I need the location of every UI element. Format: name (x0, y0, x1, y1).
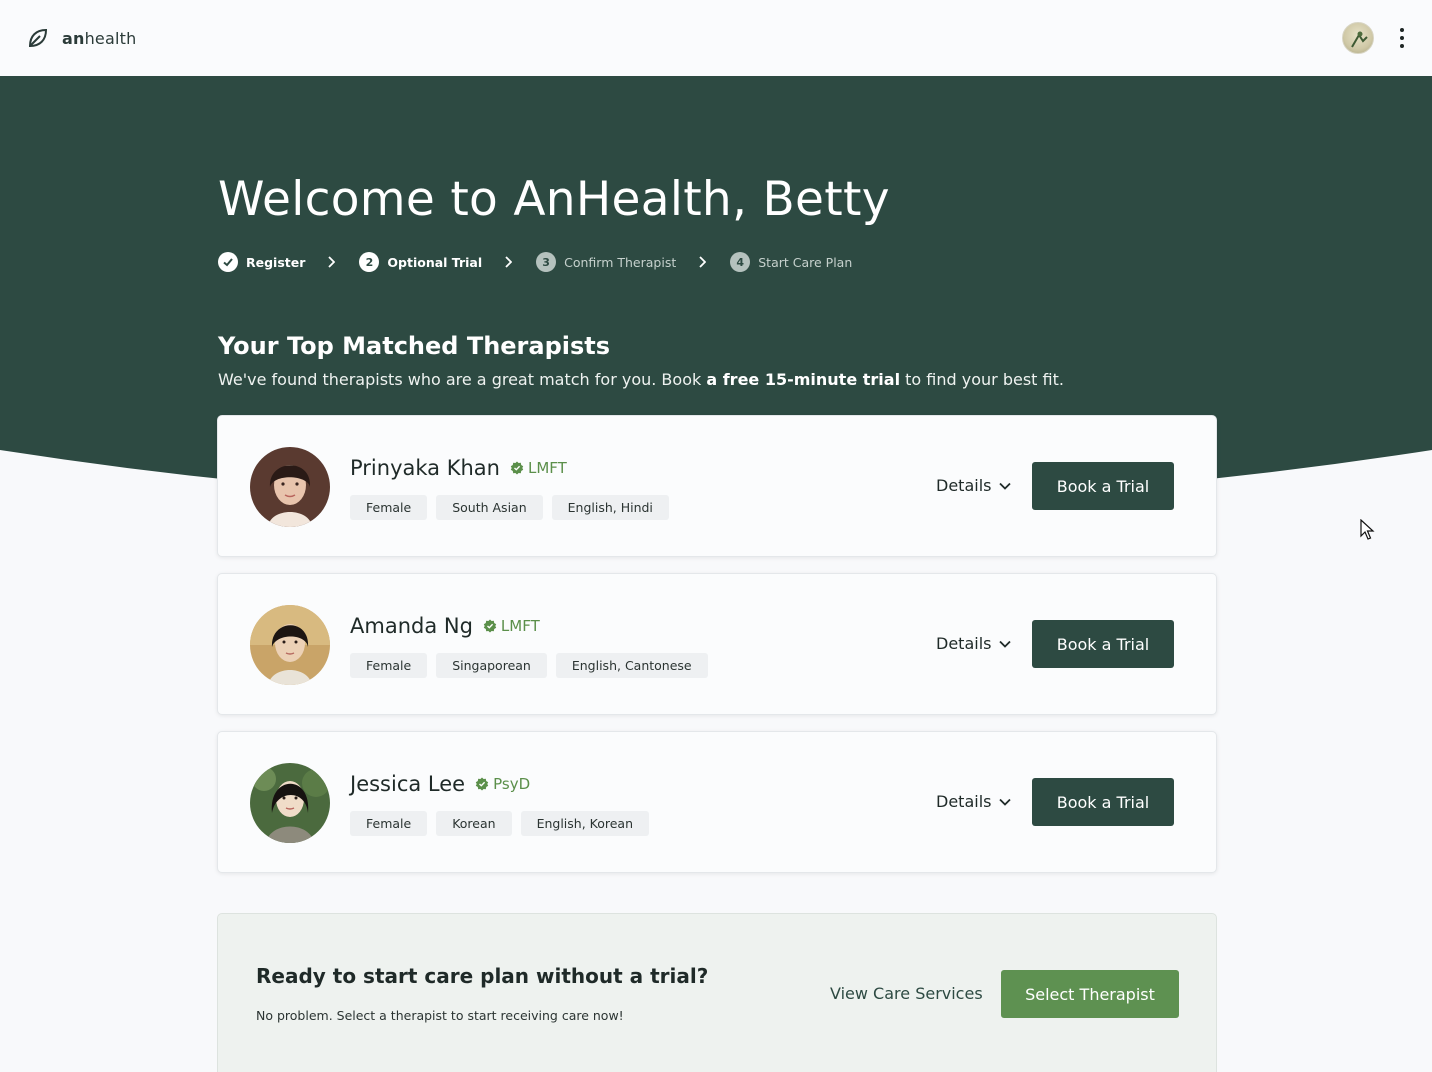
details-label: Details (936, 634, 992, 653)
credential-badge: LMFT (510, 459, 567, 477)
therapist-card: Prinyaka Khan LMFT Female South Asian En… (217, 415, 1217, 557)
credential-badge: PsyD (475, 775, 530, 793)
leaf-logo-icon (26, 26, 50, 50)
therapist-tags: Female Singaporean English, Cantonese (350, 653, 708, 678)
step-label: Start Care Plan (758, 254, 853, 270)
brand-name: anhealth (62, 28, 137, 48)
tag-gender: Female (350, 811, 428, 836)
therapist-photo (250, 763, 330, 843)
step-label: Confirm Therapist (564, 254, 677, 270)
details-label: Details (936, 476, 992, 495)
step-number: 2 (359, 252, 380, 272)
cta-subtitle: No problem. Select a therapist to start … (256, 1008, 624, 1023)
check-icon (218, 252, 238, 272)
therapist-card: Amanda Ng LMFT Female Singaporean Englis… (217, 573, 1217, 715)
top-bar: anhealth (0, 0, 1432, 76)
credential-label: LMFT (527, 459, 567, 477)
book-trial-button[interactable]: Book a Trial (1032, 620, 1174, 668)
therapist-name: Amanda Ng (350, 614, 473, 638)
book-trial-button[interactable]: Book a Trial (1032, 462, 1174, 510)
therapist-photo (250, 605, 330, 685)
chevron-right-icon (698, 256, 707, 268)
tag-languages: English, Cantonese (555, 653, 708, 678)
chevron-down-icon (999, 798, 1012, 806)
details-toggle[interactable]: Details (936, 634, 1012, 653)
step-number: 3 (536, 252, 557, 272)
therapist-tags: Female South Asian English, Hindi (350, 495, 669, 520)
step-register: Register (218, 252, 305, 272)
details-toggle[interactable]: Details (936, 476, 1012, 495)
step-optional-trial: 2 Optional Trial (359, 252, 482, 272)
chevron-down-icon (999, 482, 1012, 490)
verified-badge-icon (483, 619, 497, 633)
step-number: 4 (730, 252, 751, 272)
therapist-list: Prinyaka Khan LMFT Female South Asian En… (217, 415, 1217, 889)
select-therapist-button[interactable]: Select Therapist (1001, 970, 1179, 1018)
tag-ethnicity: South Asian (436, 495, 543, 520)
mouse-cursor-icon (1360, 519, 1375, 540)
step-label: Register (246, 254, 306, 270)
cta-title: Ready to start care plan without a trial… (256, 964, 709, 988)
therapist-name: Jessica Lee (350, 772, 466, 796)
tag-languages: English, Korean (520, 811, 650, 836)
section-subtitle: We've found therapists who are a great m… (218, 370, 1064, 389)
details-label: Details (936, 792, 992, 811)
tag-gender: Female (350, 495, 428, 520)
verified-badge-icon (475, 777, 489, 791)
details-toggle[interactable]: Details (936, 792, 1012, 811)
section-title: Your Top Matched Therapists (218, 332, 611, 360)
credential-badge: LMFT (483, 617, 540, 635)
verified-badge-icon (510, 461, 524, 475)
tag-ethnicity: Korean (436, 811, 512, 836)
more-options-icon[interactable] (1398, 28, 1406, 48)
therapist-card: Jessica Lee PsyD Female Korean English, … (217, 731, 1217, 873)
step-start-care-plan: 4 Start Care Plan (730, 252, 852, 272)
chevron-right-icon (327, 256, 336, 268)
step-label: Optional Trial (387, 254, 483, 270)
credential-label: LMFT (500, 617, 540, 635)
user-avatar[interactable] (1342, 22, 1374, 54)
credential-label: PsyD (493, 775, 531, 793)
progress-steps: Register 2 Optional Trial 3 Confirm Ther… (218, 252, 852, 272)
view-care-services-link[interactable]: View Care Services (830, 984, 983, 1003)
tag-languages: English, Hindi (551, 495, 669, 520)
chevron-down-icon (999, 640, 1012, 648)
therapist-tags: Female Korean English, Korean (350, 811, 650, 836)
tag-gender: Female (350, 653, 428, 678)
book-trial-button[interactable]: Book a Trial (1032, 778, 1174, 826)
welcome-heading: Welcome to AnHealth, Betty (218, 172, 890, 227)
tag-ethnicity: Singaporean (436, 653, 547, 678)
brand[interactable]: anhealth (26, 26, 136, 50)
step-confirm-therapist: 3 Confirm Therapist (536, 252, 676, 272)
no-trial-panel: Ready to start care plan without a trial… (217, 913, 1217, 1072)
chevron-right-icon (504, 256, 513, 268)
therapist-photo (250, 447, 330, 527)
therapist-name: Prinyaka Khan (350, 456, 500, 480)
